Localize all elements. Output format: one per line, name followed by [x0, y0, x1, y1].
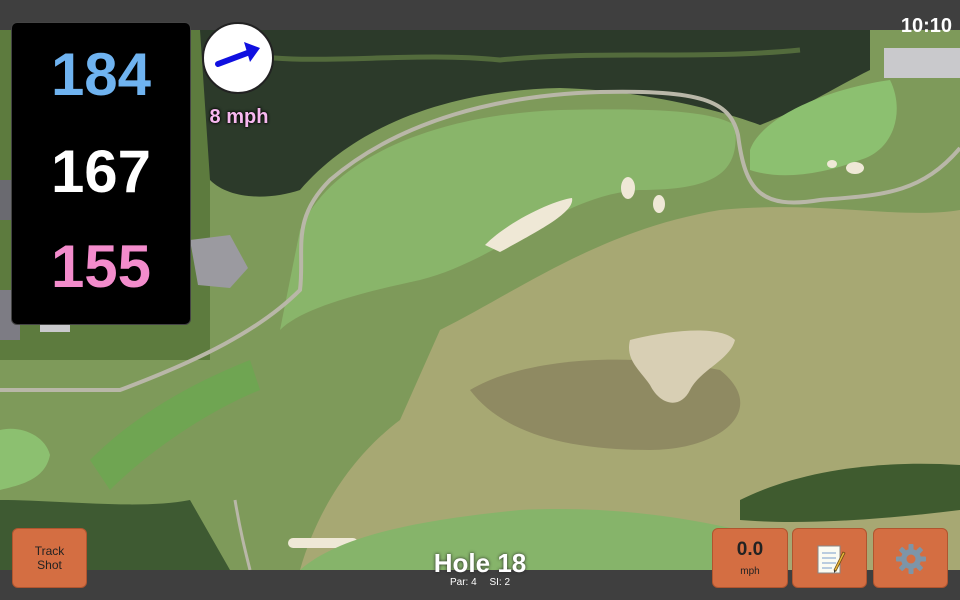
- arrow-northeast-icon: [215, 42, 260, 67]
- wind-indicator: [202, 22, 274, 94]
- notes-button[interactable]: [792, 528, 867, 588]
- back-distance: 184: [50, 41, 152, 108]
- front-distance: 155: [50, 233, 152, 300]
- track-shot-label-line2: Shot: [37, 558, 62, 572]
- track-shot-button[interactable]: Track Shot: [12, 528, 87, 588]
- speed-value: 0.0: [736, 539, 764, 560]
- speed-unit: mph: [740, 566, 760, 577]
- hole-title: Hole 18: [433, 548, 527, 578]
- hole-stroke-index: SI: 2: [489, 577, 511, 588]
- middle-distance: 167: [50, 138, 152, 205]
- notepad-icon: [817, 545, 846, 574]
- hole-par: Par: 4: [449, 577, 477, 588]
- status-time: 10:10: [900, 15, 952, 37]
- settings-button[interactable]: [873, 528, 948, 588]
- distance-panel: 184 167 155: [11, 22, 191, 325]
- track-shot-label-line1: Track: [34, 544, 65, 558]
- hole-info: Par: 4 SI: 2: [380, 577, 580, 589]
- wind-speed: 8 mph: [209, 106, 269, 128]
- speed-button[interactable]: 0.0 mph: [712, 528, 788, 588]
- gear-icon: [896, 544, 926, 574]
